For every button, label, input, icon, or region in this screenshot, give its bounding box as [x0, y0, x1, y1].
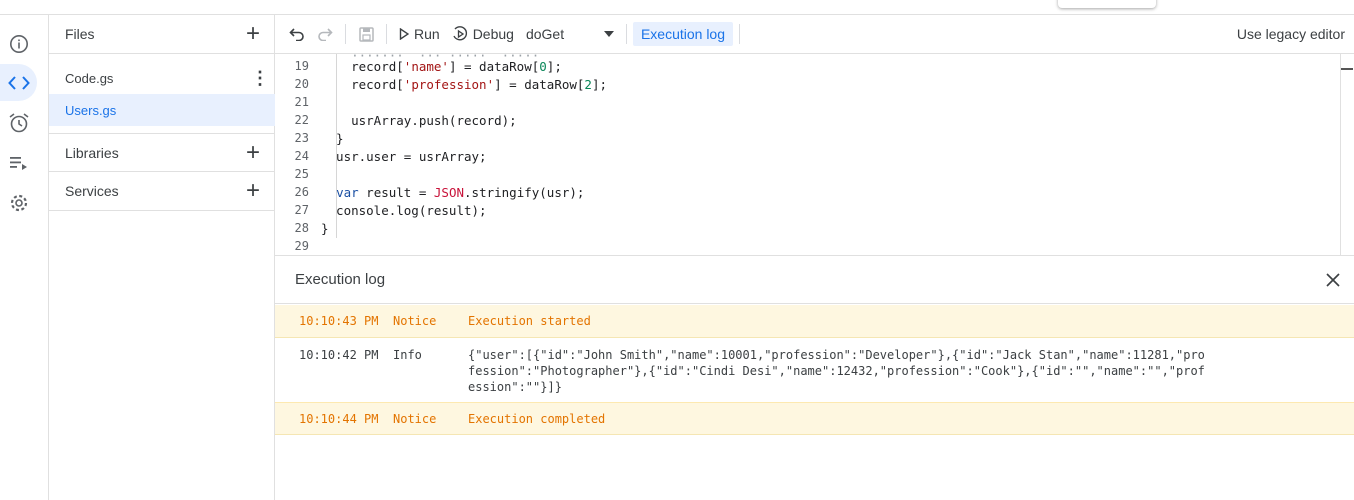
- editor-nav[interactable]: [0, 64, 37, 101]
- file-item-users[interactable]: Users.gs: [49, 94, 275, 126]
- line-number: 20: [294, 77, 309, 91]
- save-button[interactable]: [352, 20, 380, 48]
- line-number: 27: [294, 203, 309, 217]
- toolbar-divider: [345, 24, 346, 44]
- line-number: 28: [294, 221, 309, 235]
- log-entry: 10:10:44 PM Notice Execution completed: [275, 403, 1354, 435]
- code-line: 25: [275, 165, 1340, 183]
- info-icon: [9, 34, 28, 53]
- log-level: Notice: [393, 314, 437, 328]
- dropdown-arrow-icon: [603, 31, 614, 37]
- execution-log-title: Execution log: [295, 271, 386, 288]
- execution-log-header: Execution log: [275, 256, 1354, 304]
- log-message: Execution started: [468, 314, 591, 328]
- files-title: Files: [65, 26, 95, 42]
- line-number: 25: [294, 167, 309, 181]
- code-line: 21: [275, 93, 1340, 111]
- files-panel: Files + Code.gs ⋮ Users.gs Libraries + S…: [49, 15, 275, 500]
- save-icon: [358, 26, 374, 42]
- editor-scrollbar[interactable]: [1340, 54, 1341, 255]
- run-label: Run: [414, 26, 440, 42]
- undo-button[interactable]: [283, 20, 311, 48]
- top-menu-pill[interactable]: [1058, 0, 1156, 8]
- more-vert-icon[interactable]: ⋮: [251, 69, 269, 87]
- log-time: 10:10:42 PM: [299, 348, 379, 362]
- code-line: 22 usrArray.push(record);: [275, 111, 1340, 129]
- libraries-title: Libraries: [65, 144, 119, 161]
- overview-nav[interactable]: [0, 25, 37, 62]
- code-line: 19 record['name'] = dataRow[0];: [275, 57, 1340, 75]
- line-number: 21: [294, 95, 309, 109]
- libraries-header: Libraries +: [49, 133, 275, 172]
- log-time: 10:10:44 PM: [299, 411, 379, 426]
- file-name: Users.gs: [65, 102, 117, 118]
- services-header: Services +: [49, 172, 275, 211]
- file-item-code[interactable]: Code.gs ⋮: [49, 62, 275, 94]
- file-name: Code.gs: [65, 70, 114, 86]
- function-select-value: doGet: [525, 26, 565, 42]
- nav-rail: [0, 15, 49, 500]
- line-number: 29: [294, 239, 309, 253]
- toolbar-divider: [739, 24, 741, 44]
- function-select[interactable]: doGet: [520, 20, 620, 48]
- log-level: Info: [393, 348, 422, 362]
- list-play-icon: [9, 156, 27, 170]
- scrollbar-cursor-marker: [1341, 68, 1353, 70]
- code-line: 28 }: [275, 219, 1340, 237]
- settings-nav[interactable]: [0, 184, 37, 221]
- log-time: 10:10:43 PM: [299, 314, 379, 328]
- triggers-nav[interactable]: [0, 104, 37, 141]
- line-number: 24: [294, 149, 309, 163]
- code-editor[interactable]: ······· ··· ····· ····· 19 record['name'…: [275, 54, 1354, 256]
- code-line: 23 }: [275, 129, 1340, 147]
- log-message: Execution completed: [468, 411, 606, 426]
- files-header: Files +: [49, 15, 275, 54]
- line-number: 22: [294, 113, 309, 127]
- redo-icon: [318, 28, 333, 41]
- redo-button[interactable]: [311, 20, 339, 48]
- log-level: Notice: [393, 411, 437, 426]
- debug-label: Debug: [472, 26, 514, 42]
- debug-icon: [453, 26, 467, 41]
- log-entry: 10:10:42 PM Info {"user":[{"id":"John Sm…: [275, 338, 1354, 403]
- code-line: 20 record['profession'] = dataRow[2];: [275, 75, 1340, 93]
- execution-log-panel: Execution log 10:10:43 PM Notice Executi…: [275, 256, 1354, 500]
- code-line: 27 console.log(result);: [275, 201, 1340, 219]
- line-number: 23: [294, 131, 309, 145]
- code-icon: [7, 75, 30, 90]
- services-title: Services: [65, 183, 119, 199]
- editor-toolbar: Run Debug doGet Execution log Use legacy…: [275, 15, 1354, 54]
- code-line: 29: [275, 237, 1340, 255]
- run-button[interactable]: Run: [393, 20, 446, 48]
- top-strip: [0, 0, 1354, 15]
- code-line: 26 var result = JSON.stringify(usr);: [275, 183, 1340, 201]
- executions-nav[interactable]: [0, 144, 37, 181]
- debug-button[interactable]: Debug: [446, 20, 520, 48]
- play-icon: [399, 28, 409, 40]
- use-legacy-editor-link[interactable]: Use legacy editor: [1237, 26, 1354, 42]
- line-number: 19: [294, 59, 309, 73]
- code-line: 24 usr.user = usrArray;: [275, 147, 1340, 165]
- close-icon[interactable]: [1326, 272, 1340, 287]
- gear-icon: [10, 194, 27, 211]
- undo-icon: [289, 28, 304, 41]
- execution-log-toggle[interactable]: Execution log: [632, 22, 734, 46]
- add-file-icon[interactable]: +: [241, 22, 265, 46]
- line-number: 26: [294, 185, 309, 199]
- toolbar-divider: [386, 24, 387, 44]
- alarm-clock-icon: [9, 112, 28, 132]
- add-service-icon[interactable]: +: [241, 179, 265, 203]
- log-entry: 10:10:43 PM Notice Execution started: [275, 305, 1354, 338]
- log-message: {"user":[{"id":"John Smith","name":10001…: [468, 348, 1205, 394]
- toolbar-divider: [625, 24, 627, 44]
- add-library-icon[interactable]: +: [241, 140, 265, 165]
